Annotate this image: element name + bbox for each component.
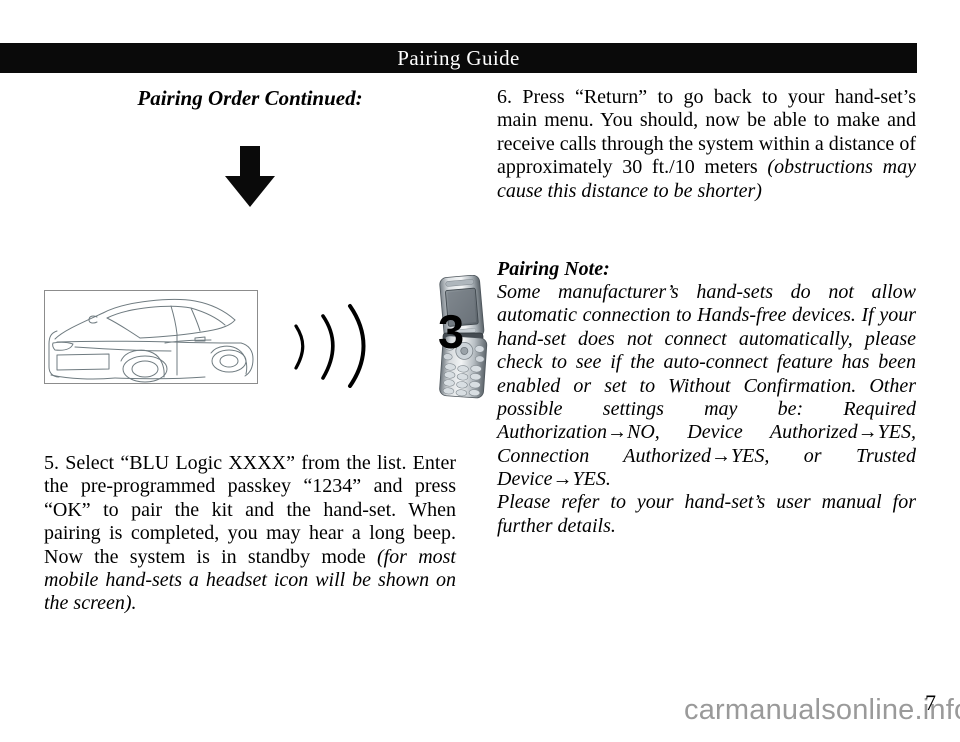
site-watermark: carmanualsonline.info [684, 694, 960, 726]
car-line-drawing-icon [44, 290, 258, 384]
step5-text: 5. Select “BLU Logic XXXX” from the list… [44, 452, 456, 616]
right-column: 6. Press “Return” to go back to your han… [497, 86, 916, 538]
step-number-badge: 3 [438, 305, 465, 358]
step6-paragraph: 6. Press “Return” to go back to your han… [497, 86, 916, 203]
page-number: 7 [925, 690, 936, 715]
header-banner: Pairing Guide [0, 43, 917, 73]
down-arrow-icon [222, 146, 278, 208]
pairing-order-heading: Pairing Order Continued: [137, 86, 363, 110]
step5-paragraph: 5. Select “BLU Logic XXXX” from the list… [44, 452, 456, 616]
page-title: Pairing Guide [397, 45, 520, 70]
pairing-note-paragraph-2: Please refer to your hand-set’s user man… [497, 491, 916, 537]
signal-waves-icon [286, 302, 376, 388]
pairing-illustration [44, 272, 488, 412]
left-column: Pairing Order Continued: [44, 86, 456, 110]
pairing-note-heading: Pairing Note: [497, 257, 610, 280]
pairing-note-paragraph-1: Some manufacturer’s hand-sets do not all… [497, 280, 916, 491]
